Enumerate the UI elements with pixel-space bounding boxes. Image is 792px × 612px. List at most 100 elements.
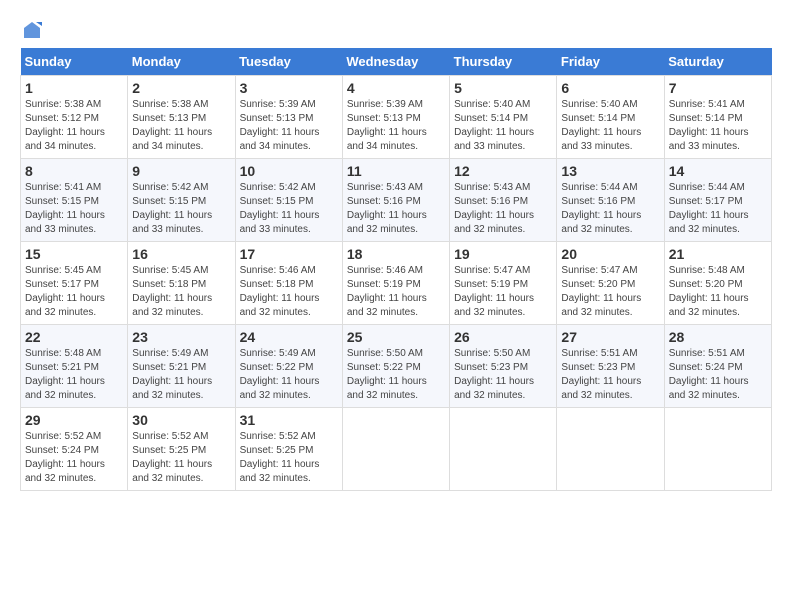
sunrise-label: Sunrise: 5:48 AM xyxy=(25,348,101,359)
sunrise-label: Sunrise: 5:47 AM xyxy=(561,265,637,276)
day-info: Sunrise: 5:42 AM Sunset: 5:15 PM Dayligh… xyxy=(240,181,338,237)
day-info: Sunrise: 5:50 AM Sunset: 5:23 PM Dayligh… xyxy=(454,347,552,403)
day-info: Sunrise: 5:48 AM Sunset: 5:20 PM Dayligh… xyxy=(669,264,767,320)
day-info: Sunrise: 5:52 AM Sunset: 5:25 PM Dayligh… xyxy=(240,430,338,486)
day-number: 28 xyxy=(669,329,767,345)
day-info: Sunrise: 5:49 AM Sunset: 5:21 PM Dayligh… xyxy=(132,347,230,403)
sunset-label: Sunset: 5:15 PM xyxy=(240,196,314,207)
daylight-label: Daylight: 11 hours and 32 minutes. xyxy=(347,293,427,318)
day-info: Sunrise: 5:40 AM Sunset: 5:14 PM Dayligh… xyxy=(561,98,659,154)
calendar-cell: 20 Sunrise: 5:47 AM Sunset: 5:20 PM Dayl… xyxy=(557,242,664,325)
day-info: Sunrise: 5:44 AM Sunset: 5:16 PM Dayligh… xyxy=(561,181,659,237)
day-number: 19 xyxy=(454,246,552,262)
day-number: 22 xyxy=(25,329,123,345)
sunrise-label: Sunrise: 5:51 AM xyxy=(669,348,745,359)
sunrise-label: Sunrise: 5:45 AM xyxy=(132,265,208,276)
daylight-label: Daylight: 11 hours and 32 minutes. xyxy=(240,459,320,484)
daylight-label: Daylight: 11 hours and 32 minutes. xyxy=(454,293,534,318)
sunset-label: Sunset: 5:19 PM xyxy=(454,279,528,290)
daylight-label: Daylight: 11 hours and 32 minutes. xyxy=(132,376,212,401)
day-info: Sunrise: 5:49 AM Sunset: 5:22 PM Dayligh… xyxy=(240,347,338,403)
sunrise-label: Sunrise: 5:49 AM xyxy=(240,348,316,359)
day-info: Sunrise: 5:47 AM Sunset: 5:20 PM Dayligh… xyxy=(561,264,659,320)
sunset-label: Sunset: 5:23 PM xyxy=(561,362,635,373)
day-number: 13 xyxy=(561,163,659,179)
calendar-cell: 10 Sunrise: 5:42 AM Sunset: 5:15 PM Dayl… xyxy=(235,159,342,242)
sunrise-label: Sunrise: 5:44 AM xyxy=(669,182,745,193)
sunrise-label: Sunrise: 5:39 AM xyxy=(240,99,316,110)
daylight-label: Daylight: 11 hours and 32 minutes. xyxy=(132,293,212,318)
daylight-label: Daylight: 11 hours and 33 minutes. xyxy=(454,127,534,152)
sunrise-label: Sunrise: 5:38 AM xyxy=(132,99,208,110)
sunrise-label: Sunrise: 5:40 AM xyxy=(454,99,530,110)
calendar-cell: 8 Sunrise: 5:41 AM Sunset: 5:15 PM Dayli… xyxy=(21,159,128,242)
logo-icon xyxy=(22,20,42,40)
calendar-cell: 2 Sunrise: 5:38 AM Sunset: 5:13 PM Dayli… xyxy=(128,76,235,159)
week-row-3: 15 Sunrise: 5:45 AM Sunset: 5:17 PM Dayl… xyxy=(21,242,772,325)
sunset-label: Sunset: 5:17 PM xyxy=(25,279,99,290)
calendar-cell: 9 Sunrise: 5:42 AM Sunset: 5:15 PM Dayli… xyxy=(128,159,235,242)
sunset-label: Sunset: 5:23 PM xyxy=(454,362,528,373)
sunrise-label: Sunrise: 5:42 AM xyxy=(132,182,208,193)
day-number: 9 xyxy=(132,163,230,179)
logo xyxy=(20,20,42,40)
day-info: Sunrise: 5:46 AM Sunset: 5:18 PM Dayligh… xyxy=(240,264,338,320)
calendar-cell: 24 Sunrise: 5:49 AM Sunset: 5:22 PM Dayl… xyxy=(235,325,342,408)
week-row-1: 1 Sunrise: 5:38 AM Sunset: 5:12 PM Dayli… xyxy=(21,76,772,159)
sunrise-label: Sunrise: 5:45 AM xyxy=(25,265,101,276)
day-number: 24 xyxy=(240,329,338,345)
daylight-label: Daylight: 11 hours and 32 minutes. xyxy=(561,210,641,235)
daylight-label: Daylight: 11 hours and 34 minutes. xyxy=(347,127,427,152)
calendar-cell xyxy=(664,408,771,491)
daylight-label: Daylight: 11 hours and 32 minutes. xyxy=(669,210,749,235)
daylight-label: Daylight: 11 hours and 34 minutes. xyxy=(240,127,320,152)
sunset-label: Sunset: 5:14 PM xyxy=(454,113,528,124)
sunset-label: Sunset: 5:16 PM xyxy=(347,196,421,207)
day-number: 18 xyxy=(347,246,445,262)
daylight-label: Daylight: 11 hours and 32 minutes. xyxy=(25,459,105,484)
sunrise-label: Sunrise: 5:50 AM xyxy=(454,348,530,359)
day-info: Sunrise: 5:52 AM Sunset: 5:25 PM Dayligh… xyxy=(132,430,230,486)
day-info: Sunrise: 5:39 AM Sunset: 5:13 PM Dayligh… xyxy=(347,98,445,154)
sunset-label: Sunset: 5:16 PM xyxy=(561,196,635,207)
sunrise-label: Sunrise: 5:40 AM xyxy=(561,99,637,110)
sunrise-label: Sunrise: 5:49 AM xyxy=(132,348,208,359)
calendar-cell: 31 Sunrise: 5:52 AM Sunset: 5:25 PM Dayl… xyxy=(235,408,342,491)
daylight-label: Daylight: 11 hours and 33 minutes. xyxy=(132,210,212,235)
day-number: 26 xyxy=(454,329,552,345)
day-info: Sunrise: 5:43 AM Sunset: 5:16 PM Dayligh… xyxy=(347,181,445,237)
header-row: SundayMondayTuesdayWednesdayThursdayFrid… xyxy=(21,48,772,76)
day-number: 23 xyxy=(132,329,230,345)
calendar-cell: 21 Sunrise: 5:48 AM Sunset: 5:20 PM Dayl… xyxy=(664,242,771,325)
day-number: 8 xyxy=(25,163,123,179)
daylight-label: Daylight: 11 hours and 32 minutes. xyxy=(25,376,105,401)
daylight-label: Daylight: 11 hours and 33 minutes. xyxy=(669,127,749,152)
calendar-cell: 23 Sunrise: 5:49 AM Sunset: 5:21 PM Dayl… xyxy=(128,325,235,408)
sunset-label: Sunset: 5:24 PM xyxy=(669,362,743,373)
week-row-2: 8 Sunrise: 5:41 AM Sunset: 5:15 PM Dayli… xyxy=(21,159,772,242)
daylight-label: Daylight: 11 hours and 32 minutes. xyxy=(240,376,320,401)
sunset-label: Sunset: 5:17 PM xyxy=(669,196,743,207)
day-info: Sunrise: 5:42 AM Sunset: 5:15 PM Dayligh… xyxy=(132,181,230,237)
sunset-label: Sunset: 5:15 PM xyxy=(132,196,206,207)
sunrise-label: Sunrise: 5:44 AM xyxy=(561,182,637,193)
sunrise-label: Sunrise: 5:52 AM xyxy=(240,431,316,442)
daylight-label: Daylight: 11 hours and 32 minutes. xyxy=(25,293,105,318)
calendar-cell: 28 Sunrise: 5:51 AM Sunset: 5:24 PM Dayl… xyxy=(664,325,771,408)
sunrise-label: Sunrise: 5:38 AM xyxy=(25,99,101,110)
day-number: 11 xyxy=(347,163,445,179)
calendar-cell: 3 Sunrise: 5:39 AM Sunset: 5:13 PM Dayli… xyxy=(235,76,342,159)
daylight-label: Daylight: 11 hours and 34 minutes. xyxy=(25,127,105,152)
daylight-label: Daylight: 11 hours and 34 minutes. xyxy=(132,127,212,152)
day-info: Sunrise: 5:38 AM Sunset: 5:13 PM Dayligh… xyxy=(132,98,230,154)
calendar-cell: 7 Sunrise: 5:41 AM Sunset: 5:14 PM Dayli… xyxy=(664,76,771,159)
day-number: 17 xyxy=(240,246,338,262)
sunset-label: Sunset: 5:25 PM xyxy=(240,445,314,456)
calendar-cell xyxy=(557,408,664,491)
sunset-label: Sunset: 5:12 PM xyxy=(25,113,99,124)
sunset-label: Sunset: 5:14 PM xyxy=(561,113,635,124)
calendar-cell xyxy=(450,408,557,491)
calendar-cell: 22 Sunrise: 5:48 AM Sunset: 5:21 PM Dayl… xyxy=(21,325,128,408)
sunrise-label: Sunrise: 5:43 AM xyxy=(347,182,423,193)
daylight-label: Daylight: 11 hours and 32 minutes. xyxy=(561,293,641,318)
